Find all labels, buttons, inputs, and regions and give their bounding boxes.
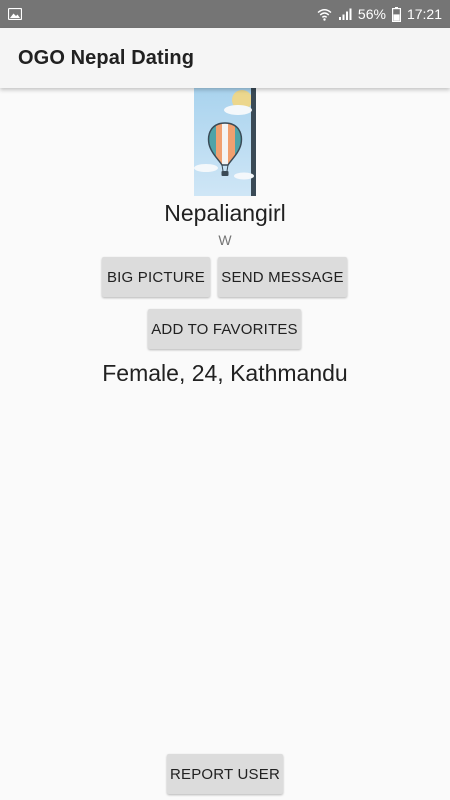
add-to-favorites-button[interactable]: ADD TO FAVORITES	[148, 309, 301, 349]
app-title: OGO Nepal Dating	[18, 46, 195, 69]
send-message-button[interactable]: SEND MESSAGE	[218, 257, 347, 297]
app-bar: OGO Nepal Dating	[0, 28, 450, 88]
status-left	[8, 8, 22, 20]
hot-air-balloon-icon	[194, 88, 256, 196]
signal-icon	[338, 8, 352, 20]
wifi-icon	[317, 8, 332, 21]
user-status: W	[218, 232, 232, 248]
profile-details: Female, 24, Kathmandu	[102, 360, 348, 386]
screen: 56% 17:21 OGO Nepal Dating Nepaliangirl …	[0, 0, 450, 800]
status-bar: 56% 17:21	[0, 0, 450, 28]
battery-percent: 56%	[357, 6, 386, 22]
image-icon	[8, 8, 22, 20]
profile-photo[interactable]	[194, 88, 256, 196]
status-right: 56% 17:21	[317, 6, 442, 22]
status-time: 17:21	[406, 6, 442, 22]
battery-icon	[391, 6, 401, 22]
report-user-button[interactable]: REPORT USER	[167, 754, 283, 794]
big-picture-button[interactable]: BIG PICTURE	[102, 257, 210, 297]
username: Nepaliangirl	[164, 200, 286, 226]
